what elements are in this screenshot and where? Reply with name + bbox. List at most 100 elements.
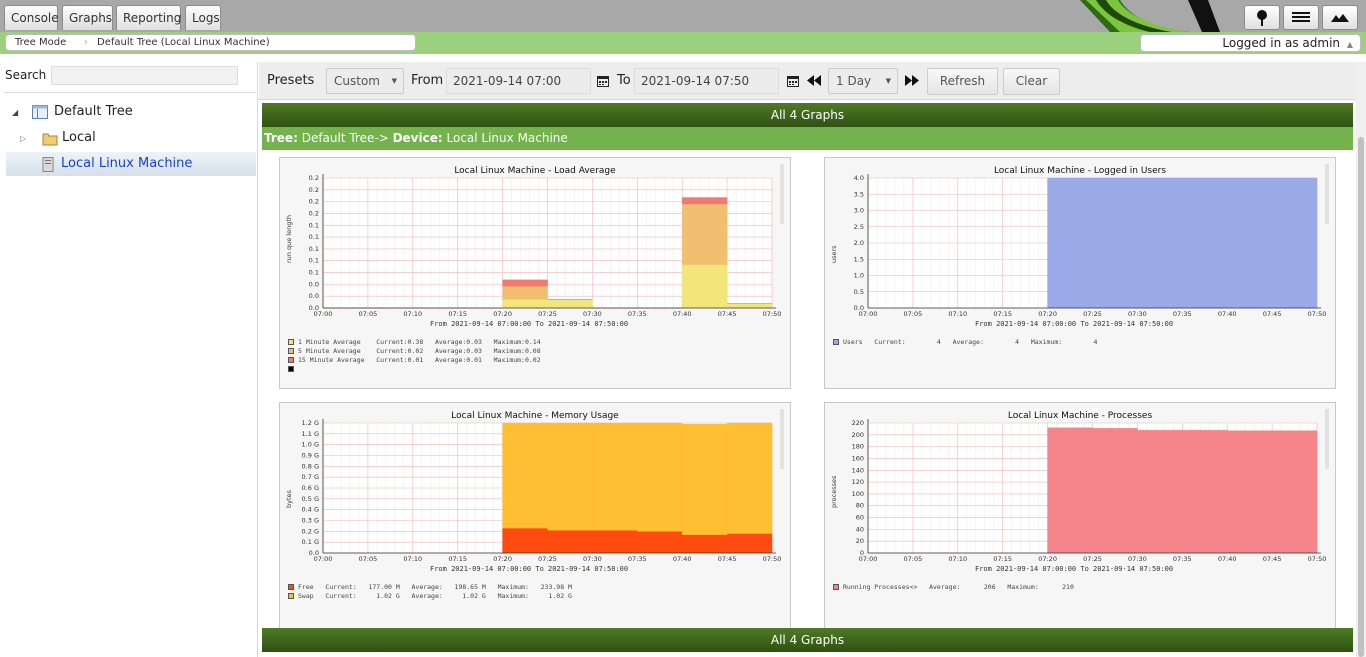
y-tick-label: 200 [852,431,864,439]
y-tick-label: 0.1 G [302,538,319,546]
y-tick-label: 100 [852,490,864,498]
shift-left-icon[interactable] [807,75,821,86]
refresh-button[interactable]: Refresh [927,68,998,95]
page-scrollbar[interactable] [1356,62,1366,657]
area-series-0 [1047,177,1318,309]
to-date-input[interactable]: 2021-09-14 07:50 [634,68,779,94]
x-tick-label: 07:30 [583,310,602,318]
tree-label: Local Linux Machine [61,156,193,171]
tree-search-input[interactable] [51,66,238,85]
legend-row: Users Current: 4 Average: 4 Maximum: 4 [833,338,1097,347]
x-tick-label: 07:35 [1173,555,1192,563]
x-tick-label: 07:15 [993,310,1012,318]
y-tick-label: 0.1 [309,245,319,253]
from-date-input[interactable]: 2021-09-14 07:00 [446,68,591,94]
tree-icon [32,105,48,119]
graph-logged-in-users[interactable]: 0.0 0.5 1.0 1.5 2.0 2.5 3.0 3.5 4.0 07:00 07:05 07:… [824,157,1336,389]
graph-timespan-text: From 2021-09-14 07:00:00 To 2021-09-14 0… [975,320,1174,328]
device-path-label: Device: [392,131,443,145]
tree-node-local[interactable]: ▷ Local [20,130,250,147]
x-tick-label: 07:40 [673,555,692,563]
y-tick-label: 0.4 G [302,506,319,514]
y-axis-label: bytes [285,490,293,508]
y-tick-label: 40 [856,525,864,533]
x-tick-label: 07:05 [359,555,378,563]
x-tick-label: 07:00 [314,310,333,318]
y-axis-label: users [830,245,838,263]
graph-load-average[interactable]: 0.0 0.0 0.0 0.1 0.1 0.1 0.1 0.1 0.2 0.2 0.2 0.2 07:0… [279,157,791,389]
timespan-select[interactable]: 1 Day ▼ [828,68,898,94]
graph-memory-usage[interactable]: 0.0 0.1 G 0.2 G 0.3 G 0.4 G 0.5 G 0.6 G 0.7 G 0.… [279,402,791,634]
y-tick-label: 1.5 [854,255,864,263]
y-tick-label: 0.5 [854,288,864,296]
y-axis-label: run que length [285,214,293,263]
y-tick-label: 0.7 G [302,473,319,481]
graph-legend: Running Processes<> Average: 206 Maximum… [833,583,1074,592]
x-tick-label: 07:25 [1083,310,1102,318]
tab-console[interactable]: Console [4,5,59,30]
y-tick-label: 2.5 [854,223,864,231]
legend-swatch [288,339,294,345]
x-tick-label: 07:15 [448,555,467,563]
calendar-icon[interactable] [787,75,799,87]
list-view-button[interactable] [1283,5,1319,30]
shift-right-icon[interactable] [905,75,919,86]
graph-legend: 1 Minute Average Current:0.38 Average:0.… [288,338,541,374]
x-tick-label: 07:35 [628,310,647,318]
y-tick-label: 1.1 G [302,430,319,438]
preset-select[interactable]: Custom ▼ [326,68,404,94]
x-tick-label: 07:40 [1218,555,1237,563]
legend-swatch [288,584,294,590]
tree-path-value: Default Tree-> [301,131,389,145]
graph-timespan-text: From 2021-09-14 07:00:00 To 2021-09-14 0… [430,320,629,328]
x-tick-label: 07:50 [763,555,782,563]
divider [4,92,256,93]
tab-logs[interactable]: Logs [185,5,221,30]
x-tick-label: 07:45 [1263,555,1282,563]
graph-processes[interactable]: 0 20 40 60 80 100 120 140 160 180 200 220 07:00 07:05… [824,402,1336,634]
tab-reporting[interactable]: Reporting [116,5,181,30]
y-tick-label: 0.6 G [302,484,319,492]
legend-row: Swap Current: 1.02 G Average: 1.02 G Max… [288,592,572,601]
legend-text: 5 Minute Average Current:0.02 Average:0.… [298,347,541,355]
x-tick-label: 07:15 [448,310,467,318]
breadcrumb-current[interactable]: Default Tree (Local Linux Machine) [97,35,270,50]
chevron-down-icon: ▼ [391,77,397,85]
tab-graphs[interactable]: Graphs [62,5,113,30]
cactus-logo [1080,0,1220,32]
y-tick-label: 0.1 [309,233,319,241]
breadcrumb: Tree Mode › Default Tree (Local Linux Ma… [5,34,416,51]
x-tick-label: 07:45 [1263,310,1282,318]
presets-label: Presets [267,73,315,88]
breadcrumb-separator: › [84,37,88,48]
tree-node-default-tree[interactable]: ◢ Default Tree [12,104,252,121]
y-tick-label: 0.2 [309,186,319,194]
preset-value: Custom [334,74,380,88]
tree-node-local-linux-machine[interactable]: Local Linux Machine [6,152,256,176]
legend-text: Running Processes<> Average: 206 Maximum… [843,583,1074,591]
collapsed-arrow-icon[interactable]: ▷ [20,134,26,143]
expand-arrow-icon[interactable]: ◢ [12,108,18,117]
top-bar: Console Graphs Reporting Logs [0,0,1366,32]
user-menu[interactable]: Logged in as admin ▲ [1140,34,1361,52]
y-tick-label: 0.1 [309,257,319,265]
x-tick-label: 07:45 [718,555,737,563]
folder-icon [42,133,58,146]
tree-device-path: Tree: Default Tree-> Device: Local Linux… [262,127,1353,150]
y-tick-label: 60 [856,514,864,522]
x-tick-label: 07:25 [538,555,557,563]
preview-view-button[interactable] [1322,5,1358,30]
to-label: To [617,73,631,88]
chevron-down-icon: ▼ [885,77,891,85]
x-tick-label: 07:15 [993,555,1012,563]
search-label: Search [5,68,47,82]
tree-view-button[interactable] [1244,5,1280,30]
from-label: From [411,73,444,88]
y-tick-label: 2.0 [854,239,864,247]
scrollbar-thumb[interactable] [1358,137,1364,657]
calendar-icon[interactable] [597,75,609,87]
x-tick-label: 07:50 [763,310,782,318]
clear-button[interactable]: Clear [1003,68,1060,95]
legend-row: 1 Minute Average Current:0.38 Average:0.… [288,338,541,347]
breadcrumb-tree-mode[interactable]: Tree Mode [15,35,66,50]
